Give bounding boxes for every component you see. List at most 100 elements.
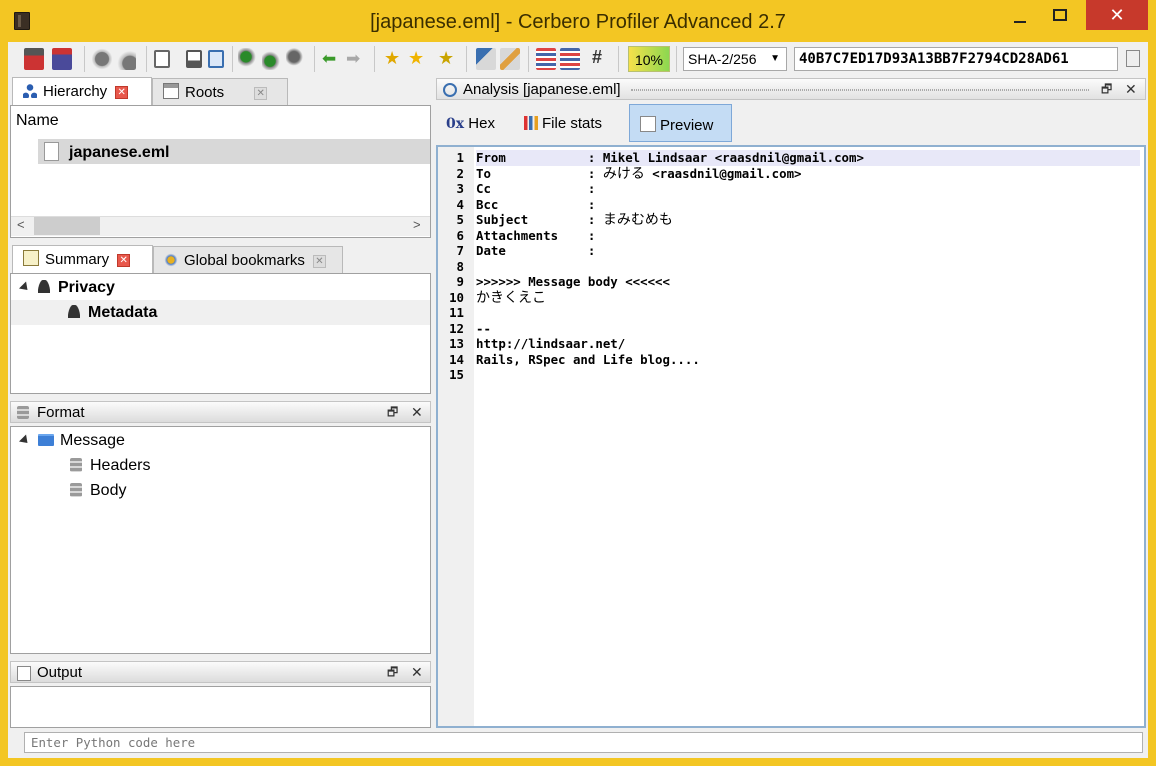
code-line: Attachments : [476, 227, 596, 243]
view-file-stats[interactable]: File stats [514, 104, 612, 142]
save-layout-icon[interactable] [186, 50, 202, 68]
layout-alt-icon[interactable] [560, 48, 580, 70]
person-icon [38, 280, 50, 293]
float-icon[interactable]: 🗗 [387, 402, 398, 423]
line-number: 5 [456, 212, 464, 227]
tree-item-headers[interactable]: Headers [70, 453, 150, 478]
settings-gear-icon[interactable] [92, 48, 112, 70]
layout-icon[interactable] [536, 48, 556, 70]
tab-hierarchy[interactable]: Hierarchy ✕ [12, 77, 152, 106]
line-number: 10 [449, 289, 464, 305]
config-icon[interactable] [116, 48, 136, 70]
code-line: Cc : [476, 181, 596, 196]
toolbar-separator [232, 46, 233, 72]
toolbar-separator [466, 46, 467, 72]
person-icon [68, 305, 80, 318]
line-number: 13 [449, 336, 464, 351]
float-icon[interactable]: 🗗 [1101, 79, 1112, 100]
tree-item-label: Headers [90, 457, 151, 474]
close-tab-icon[interactable]: ✕ [117, 253, 131, 267]
tab-roots[interactable]: Roots ✕ [152, 78, 288, 106]
progress-indicator: 10% [628, 46, 670, 72]
find-next-icon[interactable] [262, 48, 282, 70]
document-icon [17, 666, 31, 681]
tab-label: Summary [45, 251, 110, 268]
close-icon[interactable]: ✕ [411, 662, 423, 683]
database-icon [70, 458, 82, 472]
line-number: 11 [449, 305, 464, 320]
scroll-right-icon[interactable]: > [413, 217, 421, 232]
scrollbar-thumb[interactable] [34, 217, 100, 235]
expand-arrow-icon[interactable] [18, 434, 32, 447]
script-icon[interactable] [476, 48, 496, 70]
line-number: 6 [456, 227, 464, 243]
view-label: Preview [660, 117, 714, 134]
bookmark-list-icon[interactable]: ★ [438, 48, 454, 68]
view-preview[interactable]: Preview [629, 104, 732, 142]
float-icon[interactable]: 🗗 [387, 662, 398, 683]
hash-value-field[interactable]: 40B7C7ED17D93A13BB7F2794CD28AD61 [794, 47, 1118, 71]
close-window-button[interactable]: ✕ [1086, 0, 1148, 30]
hash-algorithm-select[interactable]: SHA-2/256 ▼ [683, 47, 787, 71]
code-line: http://lindsaar.net/ [476, 336, 626, 351]
save-icon[interactable] [24, 48, 44, 70]
back-arrow-icon[interactable]: ⬅ [322, 50, 336, 68]
bookmarks-icon [164, 253, 178, 267]
tab-global-bookmarks[interactable]: Global bookmarks ✕ [153, 246, 343, 274]
file-icon [44, 142, 59, 161]
bookmark-add-icon[interactable]: ★ [384, 48, 400, 68]
tab-label: Hierarchy [43, 83, 108, 100]
code-line: Date : [476, 243, 596, 258]
close-icon[interactable]: ✕ [1125, 79, 1137, 100]
output-dock-header[interactable]: Output 🗗 ✕ [10, 661, 431, 683]
tree-item-body[interactable]: Body [70, 478, 126, 503]
line-number: 3 [456, 181, 464, 196]
toolbar-separator [374, 46, 375, 72]
format-dock-header[interactable]: Format 🗗 ✕ [10, 401, 431, 423]
code-lines[interactable]: From : Mikel Lindsaar <raasdnil@gmail.co… [476, 150, 1140, 383]
line-number: 9 [456, 274, 464, 289]
python-input[interactable]: Enter Python code here [24, 732, 1143, 753]
tab-summary[interactable]: Summary ✕ [12, 245, 153, 274]
code-line: Bcc : [476, 196, 596, 212]
tree-item-label: japanese.eml [69, 144, 170, 161]
scroll-left-icon[interactable]: < [17, 217, 25, 232]
maximize-icon [1053, 9, 1067, 21]
close-tab-icon[interactable]: ✕ [312, 254, 326, 268]
export-icon[interactable] [52, 48, 72, 70]
chart-icon [524, 116, 538, 130]
clear-find-icon[interactable] [286, 48, 306, 70]
view-label: Hex [468, 115, 495, 132]
edit-script-icon[interactable] [500, 48, 520, 70]
copy-icon[interactable] [1126, 50, 1140, 67]
forward-arrow-icon[interactable]: ➡ [346, 50, 360, 68]
line-number: 12 [449, 320, 464, 336]
line-number: 15 [449, 367, 464, 382]
find-icon[interactable] [238, 48, 258, 70]
tree-item-metadata[interactable]: Metadata [68, 300, 157, 325]
view-hex[interactable]: 0x Hex [436, 104, 505, 142]
code-line: To : みける <raasdnil@gmail.com> [476, 165, 802, 182]
tree-item-label: Privacy [58, 279, 115, 296]
refresh-layout-icon[interactable] [208, 50, 224, 68]
toolbar-separator [314, 46, 315, 72]
line-number: 1 [456, 150, 464, 165]
close-icon[interactable]: ✕ [411, 402, 423, 423]
folder-icon [38, 434, 54, 446]
expand-arrow-icon[interactable] [18, 281, 32, 294]
maximize-button[interactable] [1037, 0, 1083, 32]
japanese-text: まみむめも [602, 212, 673, 228]
close-tab-icon[interactable]: ✕ [254, 86, 268, 100]
close-tab-icon[interactable]: ✕ [115, 85, 129, 99]
output-panel[interactable] [10, 686, 431, 728]
window-icon[interactable] [154, 50, 170, 68]
analysis-dock-header[interactable]: Analysis [japanese.eml] 🗗 ✕ [436, 78, 1146, 100]
tree-item-privacy[interactable]: Privacy [18, 275, 115, 300]
python-input-placeholder: Enter Python code here [31, 735, 196, 750]
hash-icon[interactable]: # [592, 47, 602, 68]
bookmark-icon[interactable]: ★ [408, 48, 424, 68]
code-line: From : Mikel Lindsaar <raasdnil@gmail.co… [476, 150, 1140, 166]
column-header-name[interactable]: Name [16, 112, 59, 130]
tree-item-message[interactable]: Message [18, 428, 125, 453]
